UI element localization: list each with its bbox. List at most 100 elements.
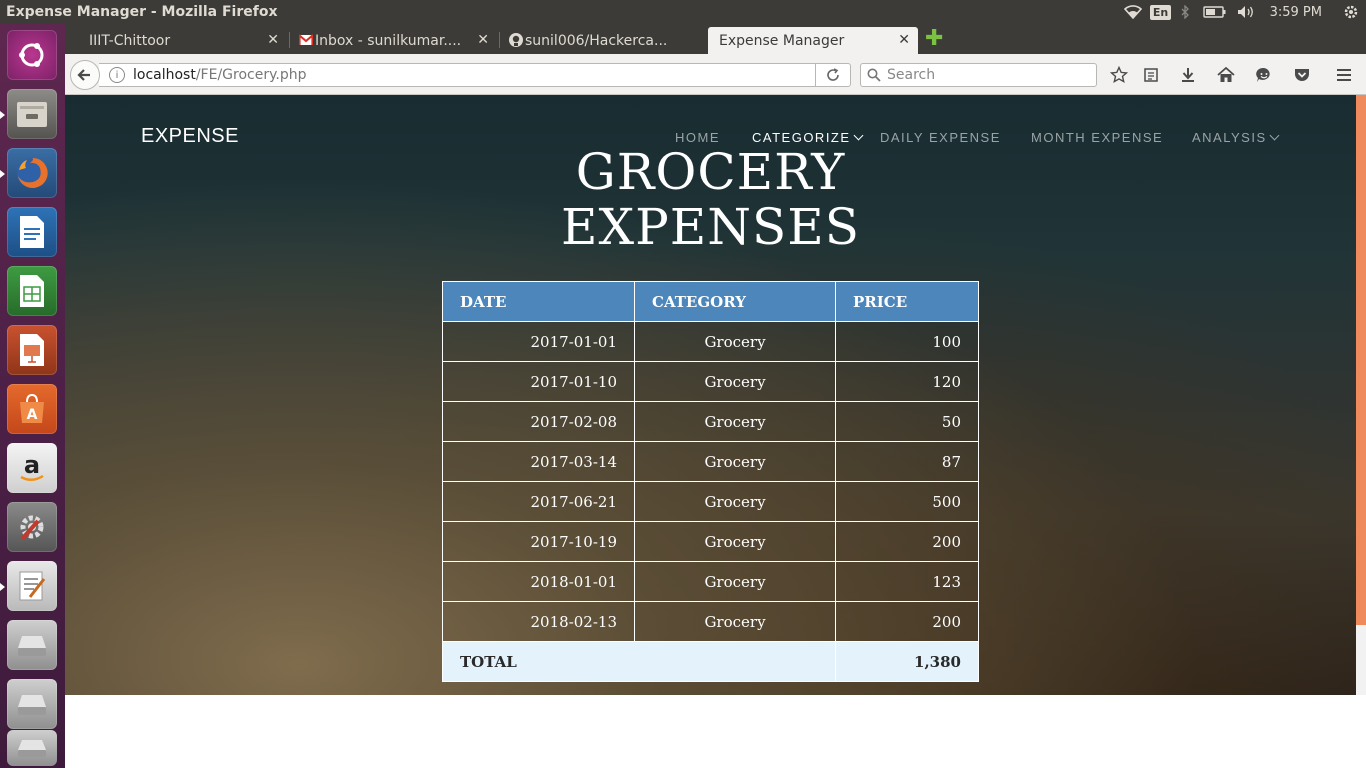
- downloads-icon[interactable]: [1177, 64, 1199, 86]
- nav-daily-expense-label: DAILY EXPENSE: [880, 130, 1001, 145]
- volume-icon[interactable]: [1232, 0, 1262, 24]
- url-text: localhost/FE/Grocery.php: [133, 67, 307, 83]
- bluetooth-icon[interactable]: [1172, 0, 1198, 24]
- cell-date: 2018-01-01: [442, 561, 635, 602]
- table-row: 2017-02-08 Grocery 50: [442, 401, 979, 442]
- drive-icon[interactable]: [7, 679, 57, 729]
- ubuntu-dash-icon[interactable]: [7, 30, 57, 80]
- cell-date: 2017-01-10: [442, 361, 635, 402]
- tab-separator: [289, 32, 290, 48]
- keyboard-layout-indicator[interactable]: En: [1149, 0, 1172, 24]
- cell-price: 120: [835, 361, 979, 402]
- system-top-panel: Expense Manager - Mozilla Firefox En 3:5…: [0, 0, 1366, 24]
- close-tab-icon[interactable]: ✕: [477, 32, 489, 48]
- cell-date: 2017-06-21: [442, 481, 635, 522]
- drive-icon[interactable]: [7, 620, 57, 670]
- table-row: 2017-10-19 Grocery 200: [442, 521, 979, 562]
- url-bar[interactable]: i localhost/FE/Grocery.php: [99, 63, 850, 87]
- firefox-icon[interactable]: [7, 148, 57, 198]
- cell-category: Grocery: [634, 321, 836, 362]
- tab-label: Inbox - sunilkumar....: [315, 32, 462, 49]
- url-host: localhost: [133, 67, 196, 83]
- pocket-icon[interactable]: [1291, 64, 1313, 86]
- cell-category: Grocery: [634, 401, 836, 442]
- close-tab-icon[interactable]: ✕: [267, 32, 279, 48]
- tab-separator: [499, 32, 500, 48]
- window-title: Expense Manager - Mozilla Firefox: [6, 4, 278, 20]
- browser-nav-bar: i localhost/FE/Grocery.php Search: [65, 54, 1366, 95]
- cell-category: Grocery: [634, 441, 836, 482]
- cell-price: 87: [835, 441, 979, 482]
- cell-date: 2017-01-01: [442, 321, 635, 362]
- web-page: EXPENSE HOME CATEGORIZE DAILY EXPENSE MO…: [65, 95, 1366, 768]
- libreoffice-impress-icon[interactable]: [7, 325, 57, 375]
- nav-analysis[interactable]: ANALYSIS: [1192, 130, 1280, 145]
- cell-price: 123: [835, 561, 979, 602]
- power-gear-icon[interactable]: [1336, 0, 1366, 24]
- text-editor-icon[interactable]: [7, 561, 57, 611]
- search-bar[interactable]: Search: [860, 63, 1097, 87]
- close-tab-icon[interactable]: ✕: [898, 32, 910, 48]
- table-total-row: TOTAL 1,380: [442, 641, 979, 682]
- cell-price: 50: [835, 401, 979, 442]
- cell-price: 200: [835, 601, 979, 642]
- page-scrollbar-thumb[interactable]: [1356, 95, 1366, 625]
- svg-text:a: a: [24, 451, 40, 479]
- nav-month-expense-label: MONTH EXPENSE: [1031, 130, 1164, 145]
- table-row: 2018-02-13 Grocery 200: [442, 601, 979, 642]
- system-indicators: En 3:59 PM: [1116, 0, 1366, 24]
- new-tab-button[interactable]: ✚: [925, 28, 943, 50]
- github-icon: [509, 33, 523, 47]
- cell-date: 2017-03-14: [442, 441, 635, 482]
- table-row: 2017-03-14 Grocery 87: [442, 441, 979, 482]
- amazon-icon[interactable]: a: [7, 443, 57, 493]
- cell-category: Grocery: [634, 481, 836, 522]
- battery-icon[interactable]: [1198, 0, 1232, 24]
- cell-date: 2017-10-19: [442, 521, 635, 562]
- back-button[interactable]: [70, 60, 100, 90]
- nav-analysis-label: ANALYSIS: [1192, 130, 1267, 145]
- home-icon[interactable]: [1215, 64, 1237, 86]
- table-header-row: DATE CATEGORY PRICE: [442, 281, 979, 322]
- cell-category: Grocery: [634, 361, 836, 402]
- table-row: 2017-06-21 Grocery 500: [442, 481, 979, 522]
- tab-github-repo[interactable]: sunil006/Hackerca...: [501, 27, 705, 54]
- total-label: TOTAL: [442, 641, 836, 682]
- cell-category: Grocery: [634, 521, 836, 562]
- reload-button[interactable]: [815, 63, 851, 87]
- svg-text:A: A: [27, 407, 38, 423]
- total-value: 1,380: [835, 641, 979, 682]
- hamburger-menu-icon[interactable]: [1333, 64, 1355, 86]
- libreoffice-calc-icon[interactable]: [7, 266, 57, 316]
- bookmark-star-icon[interactable]: [1108, 64, 1130, 86]
- launcher-running-indicator: [0, 583, 5, 591]
- unity-launcher: A a: [0, 24, 65, 768]
- launcher-running-indicator: [0, 111, 5, 119]
- hello-chat-icon[interactable]: [1253, 64, 1275, 86]
- column-header-date: DATE: [442, 281, 635, 322]
- site-info-icon[interactable]: i: [109, 67, 125, 83]
- gmail-icon: [299, 34, 313, 45]
- nav-month-expense[interactable]: MONTH EXPENSE: [1031, 130, 1163, 145]
- expenses-table: DATE CATEGORY PRICE 2017-01-01 Grocery 1…: [442, 281, 979, 682]
- files-icon[interactable]: [7, 89, 57, 139]
- nav-daily-expense[interactable]: DAILY EXPENSE: [880, 130, 1001, 145]
- tab-expense-manager[interactable]: Expense Manager ✕: [708, 27, 918, 54]
- table-row: 2017-01-01 Grocery 100: [442, 321, 979, 362]
- tab-label: IIIT-Chittoor: [89, 32, 171, 49]
- url-path: /FE/Grocery.php: [195, 67, 307, 83]
- tab-label: sunil006/Hackerca...: [525, 32, 668, 49]
- libreoffice-writer-icon[interactable]: [7, 207, 57, 257]
- bookmarks-menu-icon[interactable]: [1140, 64, 1162, 86]
- clock[interactable]: 3:59 PM: [1262, 0, 1336, 24]
- chevron-down-icon: [1269, 130, 1280, 141]
- tab-gmail-inbox[interactable]: Inbox - sunilkumar.... ✕: [291, 27, 497, 54]
- trash-icon[interactable]: [7, 730, 57, 766]
- browser-tab-strip: IIIT-Chittoor ✕ Inbox - sunilkumar.... ✕…: [65, 24, 1366, 54]
- wifi-icon[interactable]: [1116, 0, 1150, 24]
- tab-iiit-chittoor[interactable]: IIIT-Chittoor ✕: [65, 27, 287, 54]
- system-settings-icon[interactable]: [7, 502, 57, 552]
- cell-price: 500: [835, 481, 979, 522]
- back-arrow-icon: [77, 69, 90, 81]
- ubuntu-software-center-icon[interactable]: A: [7, 384, 57, 434]
